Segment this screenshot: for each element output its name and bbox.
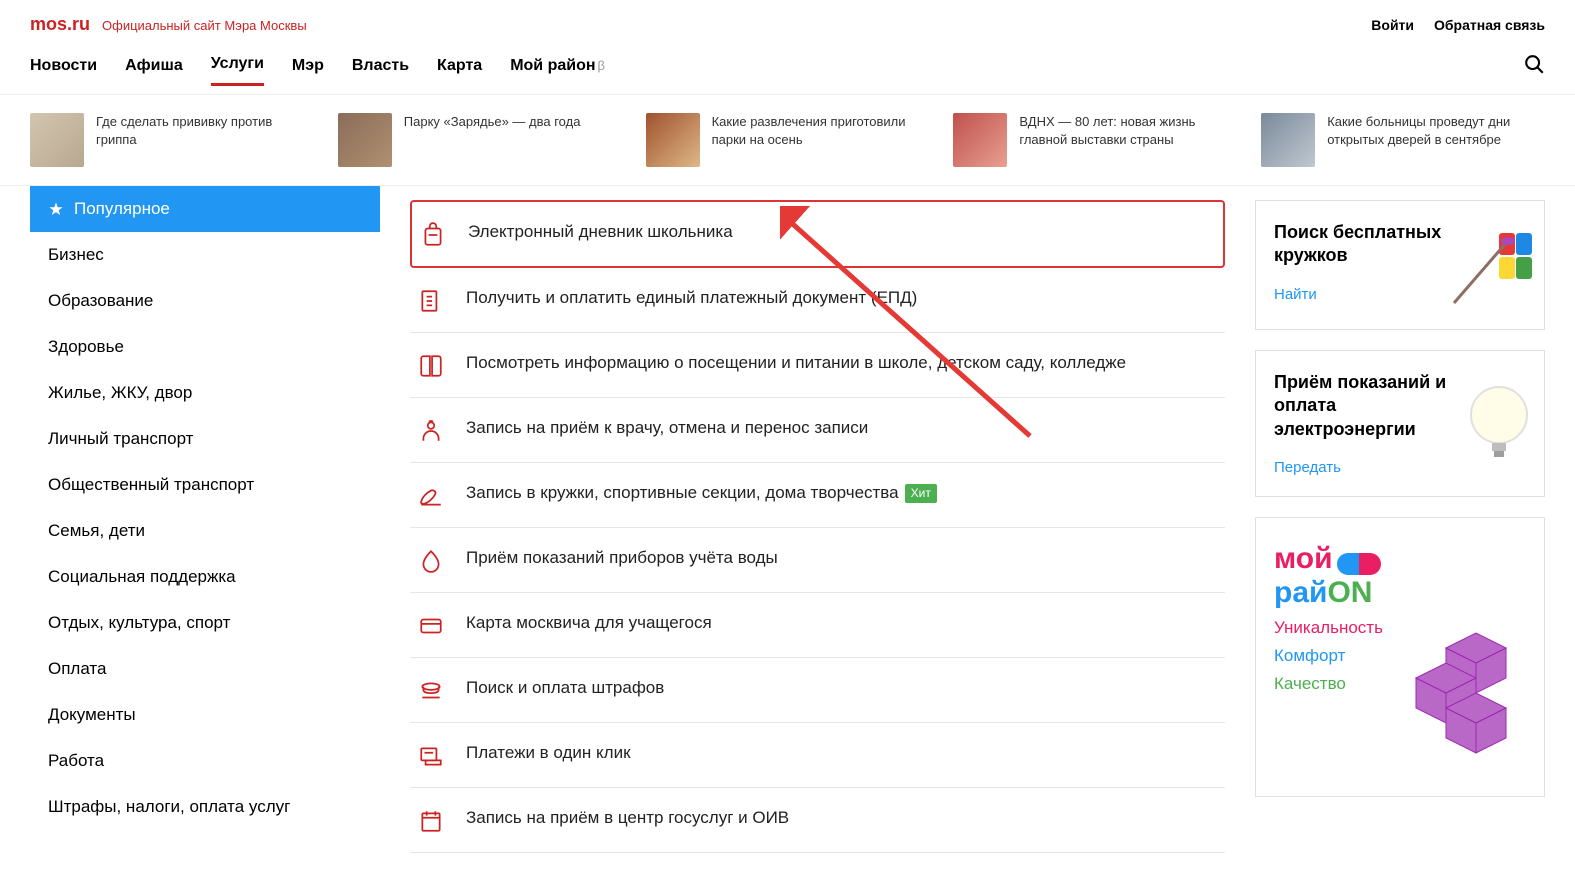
sidebar: Популярное Бизнес Образование Здоровье Ж…: [30, 186, 380, 853]
beta-label: β: [598, 58, 605, 73]
district-logo: мой райON: [1274, 542, 1526, 610]
service-title-1: Получить и оплатить единый платежный док…: [466, 286, 917, 310]
sidebar-social[interactable]: Социальная поддержка: [30, 554, 380, 600]
service-title-0: Электронный дневник школьника: [468, 220, 733, 244]
sidebar-housing[interactable]: Жилье, ЖКУ, двор: [30, 370, 380, 416]
promo-district[interactable]: мой райON Уникальность Комфорт Качество: [1255, 517, 1545, 797]
paint-illustration: [1444, 225, 1534, 315]
news-thumb-1: [338, 113, 392, 167]
news-thumb-3: [953, 113, 1007, 167]
header-branding: mos.ru Официальный сайт Мэра Москвы: [30, 14, 307, 35]
receipt-icon: [418, 288, 444, 314]
nav-afisha[interactable]: Афиша: [125, 57, 183, 85]
service-attendance[interactable]: Посмотреть информацию о посещении и пита…: [410, 333, 1225, 398]
promo-clubs[interactable]: Поиск бесплатных кружков Найти: [1255, 200, 1545, 330]
sidebar-work[interactable]: Работа: [30, 738, 380, 784]
site-tagline: Официальный сайт Мэра Москвы: [102, 18, 307, 33]
news-row: Где сделать прививку против гриппа Парку…: [0, 95, 1575, 186]
service-epd[interactable]: Получить и оплатить единый платежный док…: [410, 268, 1225, 333]
news-text-2: Какие развлечения приготовили парки на о…: [712, 113, 930, 167]
news-card-1[interactable]: Парку «Зарядье» — два года: [338, 113, 622, 167]
pill-icon: [1337, 553, 1381, 575]
login-link[interactable]: Войти: [1371, 17, 1414, 33]
site-logo[interactable]: mos.ru: [30, 14, 90, 35]
news-thumb-0: [30, 113, 84, 167]
cubes-illustration: [1386, 628, 1536, 788]
service-student-card[interactable]: Карта москвича для учащегося: [410, 593, 1225, 658]
card-icon: [418, 613, 444, 639]
calendar-icon: [418, 808, 444, 834]
service-diary[interactable]: Электронный дневник школьника: [410, 200, 1225, 268]
hit-badge: Хит: [905, 484, 937, 503]
nav-mayor[interactable]: Мэр: [292, 57, 324, 85]
news-text-3: ВДНХ — 80 лет: новая жизнь главной выста…: [1019, 113, 1237, 167]
doctor-icon: [418, 418, 444, 444]
content: Популярное Бизнес Образование Здоровье Ж…: [0, 186, 1575, 873]
sidebar-label-popular: Популярное: [74, 199, 170, 219]
news-card-2[interactable]: Какие развлечения приготовили парки на о…: [646, 113, 930, 167]
right-column: Поиск бесплатных кружков Найти Приём пок…: [1255, 186, 1575, 853]
service-title-5: Приём показаний приборов учёта воды: [466, 546, 778, 570]
service-fines[interactable]: Поиск и оплата штрафов: [410, 658, 1225, 723]
header-links: Войти Обратная связь: [1371, 17, 1545, 33]
sidebar-documents[interactable]: Документы: [30, 692, 380, 738]
service-title-2: Посмотреть информацию о посещении и пита…: [466, 351, 1126, 375]
sidebar-business[interactable]: Бизнес: [30, 232, 380, 278]
news-card-0[interactable]: Где сделать прививку против гриппа: [30, 113, 314, 167]
promo-electricity[interactable]: Приём показаний и оплата электроэнергии …: [1255, 350, 1545, 497]
sidebar-leisure[interactable]: Отдых, культура, спорт: [30, 600, 380, 646]
police-icon: [418, 678, 444, 704]
service-gov-appointment[interactable]: Запись на приём в центр госуслуг и ОИВ: [410, 788, 1225, 853]
service-title-3: Запись на приём к врачу, отмена и перено…: [466, 416, 868, 440]
news-text-1: Парку «Зарядье» — два года: [404, 113, 581, 167]
nav-services[interactable]: Услуги: [211, 55, 264, 86]
service-clubs[interactable]: Запись в кружки, спортивные секции, дома…: [410, 463, 1225, 528]
sidebar-public-transport[interactable]: Общественный транспорт: [30, 462, 380, 508]
service-oneclick[interactable]: Платежи в один клик: [410, 723, 1225, 788]
service-water[interactable]: Приём показаний приборов учёта воды: [410, 528, 1225, 593]
payment-icon: [418, 743, 444, 769]
service-title-8: Платежи в один клик: [466, 741, 631, 765]
sidebar-personal-transport[interactable]: Личный транспорт: [30, 416, 380, 462]
news-thumb-4: [1261, 113, 1315, 167]
feedback-link[interactable]: Обратная связь: [1434, 17, 1545, 33]
nav-map[interactable]: Карта: [437, 57, 482, 85]
meter-icon: [418, 548, 444, 574]
main-nav: Новости Афиша Услуги Мэр Власть Карта Мо…: [0, 43, 1575, 95]
service-title-6: Карта москвича для учащегося: [466, 611, 712, 635]
service-doctor[interactable]: Запись на приём к врачу, отмена и перено…: [410, 398, 1225, 463]
news-text-0: Где сделать прививку против гриппа: [96, 113, 314, 167]
news-text-4: Какие больницы проведут дни открытых две…: [1327, 113, 1545, 167]
bulb-illustration: [1444, 375, 1534, 475]
star-icon: [48, 201, 64, 217]
news-card-4[interactable]: Какие больницы проведут дни открытых две…: [1261, 113, 1545, 167]
promo-title-1: Приём показаний и оплата электроэнергии: [1274, 371, 1454, 441]
promo-title-0: Поиск бесплатных кружков: [1274, 221, 1454, 268]
header-top: mos.ru Официальный сайт Мэра Москвы Войт…: [0, 0, 1575, 43]
book-icon: [418, 353, 444, 379]
backpack-icon: [420, 222, 446, 248]
nav-power[interactable]: Власть: [352, 57, 409, 85]
news-thumb-2: [646, 113, 700, 167]
art-icon: [418, 483, 444, 509]
service-title-7: Поиск и оплата штрафов: [466, 676, 664, 700]
sidebar-education[interactable]: Образование: [30, 278, 380, 324]
service-title-9: Запись на приём в центр госуслуг и ОИВ: [466, 806, 789, 830]
services-list: Электронный дневник школьника Получить и…: [410, 186, 1225, 853]
sidebar-fines[interactable]: Штрафы, налоги, оплата услуг: [30, 784, 380, 830]
search-icon[interactable]: [1523, 53, 1545, 75]
sidebar-payment[interactable]: Оплата: [30, 646, 380, 692]
news-card-3[interactable]: ВДНХ — 80 лет: новая жизнь главной выста…: [953, 113, 1237, 167]
nav-news[interactable]: Новости: [30, 57, 97, 85]
nav-district[interactable]: Мой районβ: [510, 57, 605, 85]
sidebar-popular[interactable]: Популярное: [30, 186, 380, 232]
sidebar-family[interactable]: Семья, дети: [30, 508, 380, 554]
service-title-4: Запись в кружки, спортивные секции, дома…: [466, 481, 937, 505]
sidebar-health[interactable]: Здоровье: [30, 324, 380, 370]
